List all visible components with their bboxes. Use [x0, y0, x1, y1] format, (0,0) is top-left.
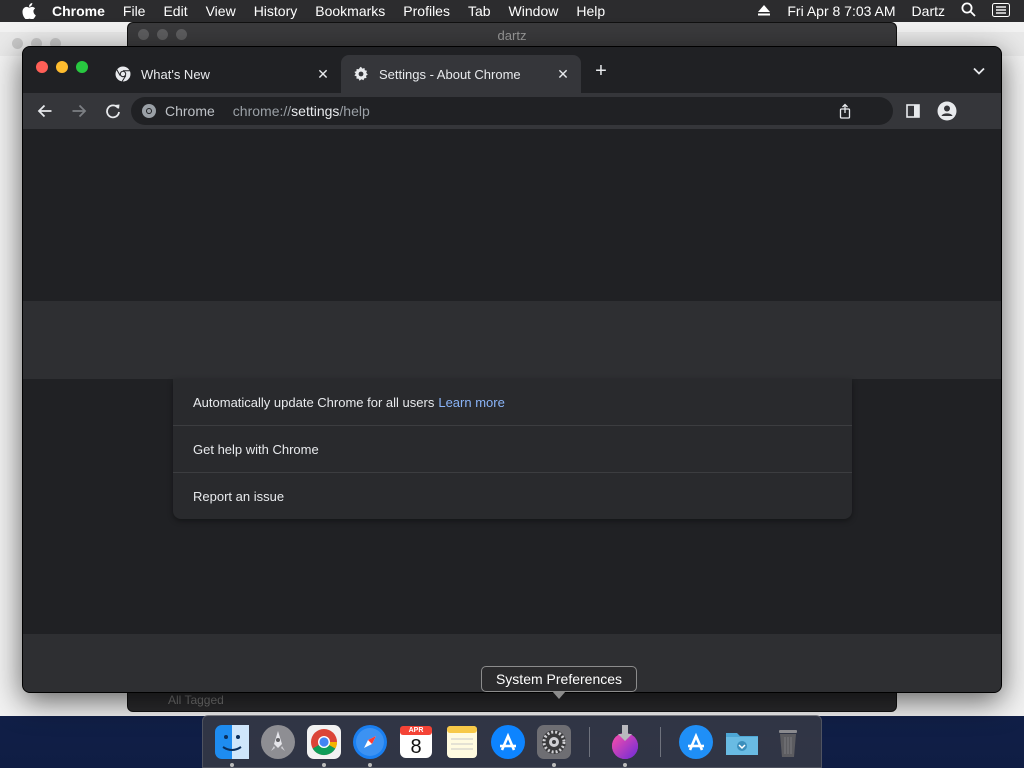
back-arrow-icon	[37, 104, 52, 118]
dock-app-store[interactable]	[489, 723, 527, 761]
calendar-month: APR	[408, 726, 424, 734]
side-panel-icon[interactable]	[899, 97, 927, 125]
report-issue-row[interactable]: Report an issue	[173, 473, 852, 520]
trash-icon	[779, 729, 797, 757]
reload-button[interactable]	[99, 97, 127, 125]
spotlight-search-icon[interactable]	[961, 2, 976, 20]
menu-clock[interactable]: Fri Apr 8 7:03 AM	[787, 3, 895, 19]
back-button[interactable]	[31, 97, 59, 125]
omnibox-url-host: settings	[291, 103, 340, 119]
control-center-icon[interactable]	[992, 2, 1010, 20]
menu-view[interactable]: View	[206, 3, 236, 19]
auto-update-text: Automatically update Chrome for all user…	[193, 394, 435, 410]
minimize-window-button[interactable]	[56, 61, 68, 73]
omnibox-url-scheme: chrome://	[232, 103, 292, 119]
chrome-logo-icon	[141, 103, 157, 119]
omnibox-site-name: Chrome	[165, 103, 215, 119]
safari-compass-icon	[353, 724, 387, 759]
background-window-title: dartz	[497, 27, 527, 43]
forward-button[interactable]	[65, 97, 93, 125]
dock-launchpad[interactable]	[259, 723, 297, 761]
background-window-footer: All Tagged	[168, 693, 224, 707]
calendar-day: 8	[410, 735, 422, 758]
report-issue-text: Report an issue	[193, 489, 285, 504]
page-band-top	[23, 301, 1001, 379]
dock-downloads-folder[interactable]	[723, 723, 761, 761]
menu-window[interactable]: Window	[509, 3, 559, 19]
dock: APR 8	[202, 715, 822, 768]
system-preferences-gear-icon	[537, 724, 571, 759]
finder-icon	[215, 724, 249, 759]
dock-notes[interactable]	[443, 723, 481, 761]
dock-safari[interactable]	[351, 723, 389, 767]
dock-app-store-folder[interactable]	[677, 723, 715, 761]
forward-arrow-icon	[72, 104, 87, 118]
menu-help[interactable]: Help	[576, 3, 605, 19]
launchpad-icon	[261, 724, 295, 759]
omnibox-url-path: /help	[339, 103, 370, 119]
dock-trash[interactable]	[769, 723, 807, 761]
menu-edit[interactable]: Edit	[163, 3, 187, 19]
app-store-icon	[491, 724, 525, 759]
tab-title: Settings - About Chrome	[379, 66, 521, 82]
menu-tab[interactable]: Tab	[468, 3, 491, 19]
dock-system-preferences[interactable]	[535, 723, 573, 767]
toolbar: Chrome chrome:// settings /help	[23, 93, 1001, 129]
share-icon[interactable]	[837, 103, 853, 119]
settings-page: Automatically update Chrome for all user…	[23, 129, 1001, 692]
auto-update-row: Automatically update Chrome for all user…	[173, 379, 852, 426]
dock-google-chrome[interactable]	[305, 723, 343, 767]
app-store-icon	[679, 724, 713, 759]
close-tab-icon[interactable]: ✕	[553, 64, 573, 84]
menu-bookmarks[interactable]: Bookmarks	[315, 3, 385, 19]
new-tab-button[interactable]: +	[591, 61, 611, 81]
apple-menu-icon[interactable]	[20, 3, 38, 19]
chrome-logo-icon	[115, 66, 131, 82]
window-controls	[36, 61, 96, 73]
close-window-button[interactable]	[36, 61, 48, 73]
dock-separator	[660, 726, 661, 757]
menu-file[interactable]: File	[123, 3, 146, 19]
profile-avatar-icon[interactable]	[933, 97, 961, 125]
close-tab-icon[interactable]: ✕	[313, 64, 333, 84]
zoom-window-button[interactable]	[76, 61, 88, 73]
get-help-text: Get help with Chrome	[193, 441, 319, 457]
address-bar[interactable]: Chrome chrome:// settings /help	[131, 97, 893, 125]
get-help-row[interactable]: Get help with Chrome	[173, 426, 852, 473]
gear-icon	[353, 66, 369, 82]
tab-title: What's New	[141, 66, 210, 82]
notes-icon	[447, 725, 477, 758]
downloader-icon	[612, 724, 638, 759]
tab-whats-new[interactable]: What's New ✕	[103, 55, 341, 93]
tab-settings-about-chrome[interactable]: Settings - About Chrome ✕	[341, 55, 581, 93]
dock-finder[interactable]	[213, 723, 251, 767]
dock-downloader[interactable]	[606, 723, 644, 767]
menu-profiles[interactable]: Profiles	[403, 3, 450, 19]
reload-icon	[106, 104, 120, 119]
eject-icon[interactable]	[757, 3, 771, 19]
menu-app-name[interactable]: Chrome	[52, 3, 105, 19]
tab-strip: What's New ✕ Settings - About Chrome ✕ +	[23, 47, 1001, 93]
dock-tooltip: System Preferences	[481, 666, 637, 699]
dock-calendar[interactable]: APR 8	[397, 723, 435, 761]
chrome-window: What's New ✕ Settings - About Chrome ✕ +	[22, 46, 1002, 693]
menu-history[interactable]: History	[254, 3, 298, 19]
chrome-logo-icon	[307, 724, 341, 759]
downloads-folder-icon	[726, 732, 758, 755]
menu-bar: Chrome File Edit View History Bookmarks …	[0, 0, 1024, 22]
menu-user[interactable]: Dartz	[912, 3, 945, 19]
tab-search-chevron-icon[interactable]	[971, 63, 987, 79]
about-chrome-card: Automatically update Chrome for all user…	[173, 379, 852, 519]
learn-more-link[interactable]: Learn more	[438, 395, 504, 410]
dock-separator	[589, 726, 590, 757]
